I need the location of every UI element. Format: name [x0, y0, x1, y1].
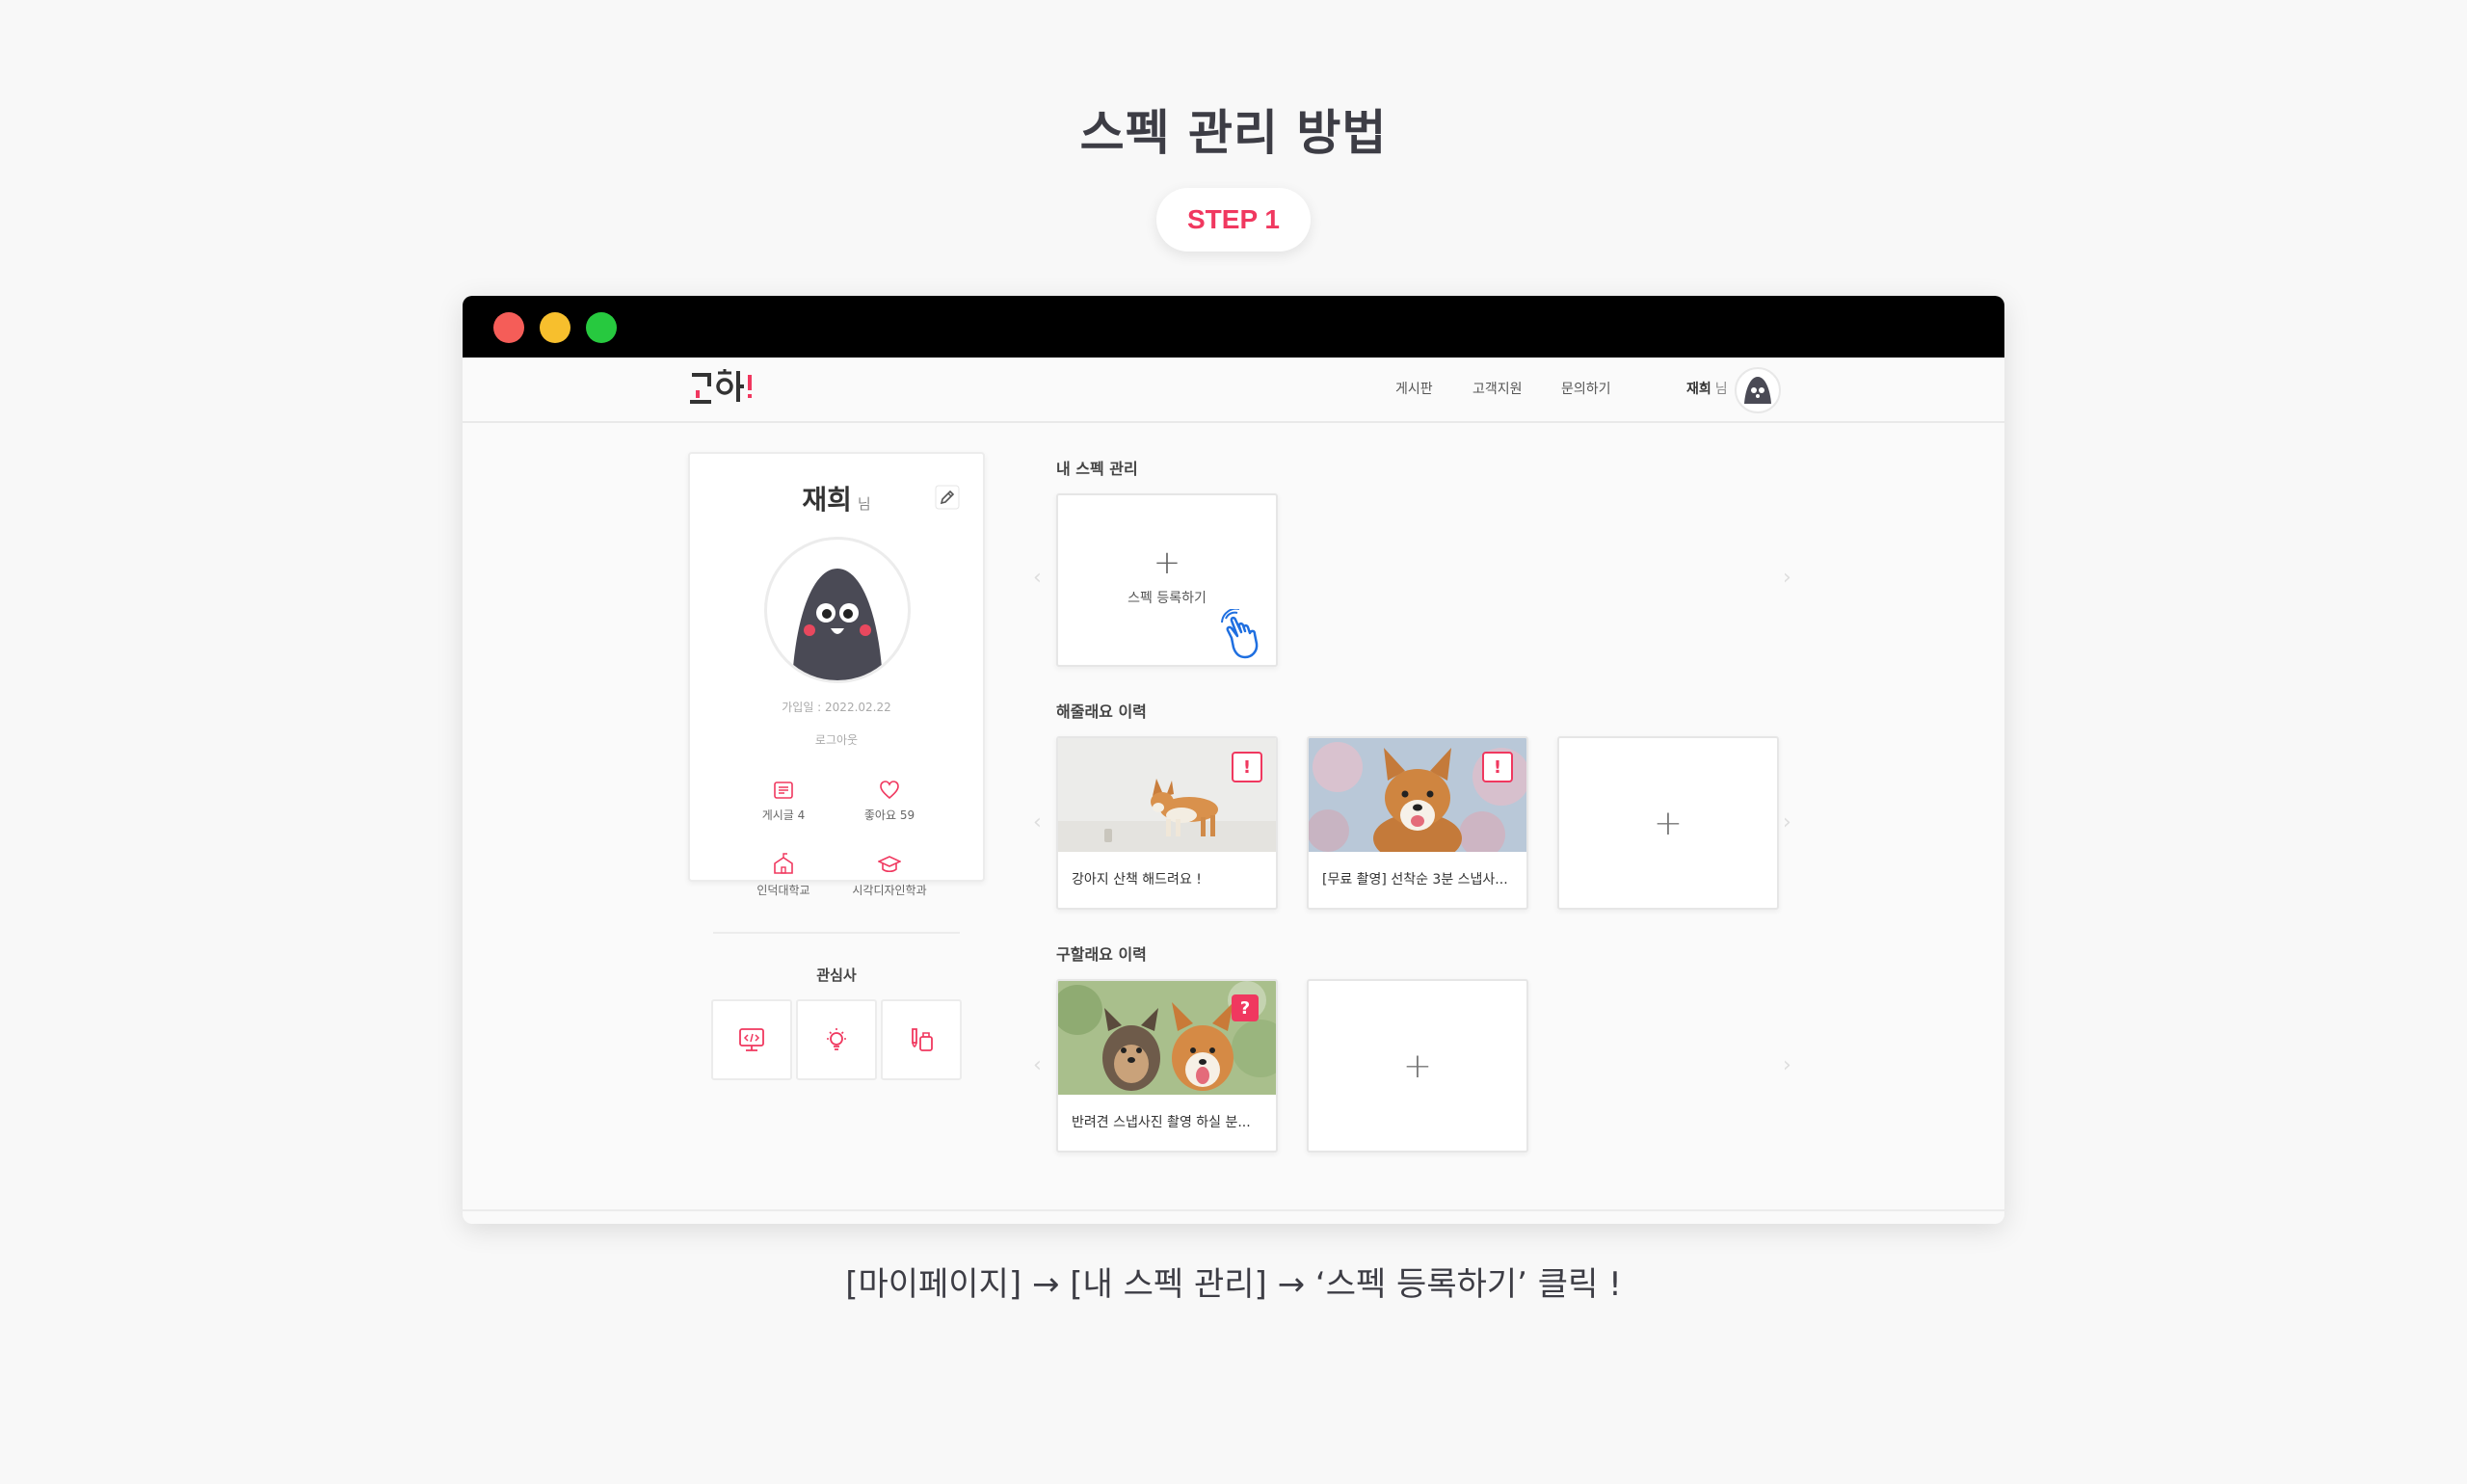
- window-titlebar: [463, 296, 2004, 358]
- plus-icon: +: [1653, 803, 1684, 843]
- maximize-window-dot[interactable]: [586, 312, 617, 343]
- nav-user-suffix: 님: [1714, 382, 1728, 397]
- brush-icon: [912, 1028, 933, 1051]
- helped-card-caption: [무료 촬영] 선착순 3분 스냅사...: [1322, 872, 1508, 888]
- interest-item-design[interactable]: [881, 999, 962, 1080]
- helped-card-caption: 강아지 산책 해드려요 !: [1072, 872, 1202, 888]
- top-navigation: 게시판 고객지원 문의하기 재희 님: [463, 358, 2004, 423]
- warning-badge: !: [1232, 752, 1262, 782]
- logo-icon[interactable]: [688, 365, 756, 411]
- monitor-code-icon: [739, 1028, 764, 1051]
- character-icon: [792, 569, 883, 680]
- page-footer-divider: [463, 1209, 2004, 1211]
- plus-icon: +: [1153, 543, 1181, 582]
- chevron-left-icon[interactable]: ‹: [1033, 566, 1042, 590]
- interest-item-dev[interactable]: [711, 999, 792, 1080]
- chevron-right-icon[interactable]: ›: [1783, 566, 1791, 590]
- chevron-right-icon[interactable]: ›: [1783, 810, 1791, 835]
- profile-avatar: [764, 537, 911, 683]
- browser-window: 게시판 고객지원 문의하기 재희 님 재희 님 가입일: 2022.02.22…: [463, 296, 2004, 1224]
- plus-icon: +: [1402, 1046, 1433, 1086]
- add-spec-label: 스펙 등록하기: [1127, 591, 1207, 606]
- chevron-right-icon[interactable]: ›: [1783, 1053, 1791, 1077]
- requested-card[interactable]: ? 반려견 스냅사진 촬영 하실 분...: [1056, 979, 1278, 1153]
- interest-title: 관심사: [816, 967, 857, 984]
- add-helped-card[interactable]: +: [1557, 736, 1779, 910]
- graduation-cap-icon: [878, 856, 901, 873]
- posts-stat-label: 게시글 4: [761, 808, 806, 822]
- add-spec-card[interactable]: + 스펙 등록하기: [1056, 493, 1278, 667]
- major-stat-label: 시각디자인학과: [852, 884, 927, 897]
- minimize-window-dot[interactable]: [540, 312, 570, 343]
- my-spec-title: 내 스펙 관리: [1056, 460, 1138, 478]
- add-requested-card[interactable]: +: [1307, 979, 1528, 1153]
- nav-user-label: 재희: [1686, 382, 1711, 397]
- nav-support[interactable]: 고객지원: [1472, 379, 1523, 398]
- helped-card[interactable]: ! [무료 촬영] 선착순 3분 스냅사...: [1307, 736, 1528, 910]
- nav-inquiry[interactable]: 문의하기: [1561, 379, 1611, 398]
- nav-avatar[interactable]: [1735, 367, 1781, 413]
- edit-icon[interactable]: [935, 485, 960, 510]
- helped-history-title: 해줄래요 이력: [1056, 702, 1147, 721]
- requested-history-title: 구할래요 이력: [1056, 945, 1147, 964]
- pointer-hand-icon: [1221, 609, 1259, 659]
- requested-card-caption: 반려견 스냅사진 촬영 하실 분...: [1072, 1115, 1251, 1130]
- chevron-left-icon[interactable]: ‹: [1033, 1053, 1042, 1077]
- profile-card: 재희 님 가입일 : 2022.02.22 로그아웃 게시글 4 좋아요 59 …: [688, 452, 985, 1080]
- join-date: 가입일 : 2022.02.22: [782, 701, 891, 714]
- close-window-dot[interactable]: [493, 312, 524, 343]
- heart-icon: [880, 781, 899, 800]
- school-stat: 인덕대학교: [730, 853, 836, 898]
- profile-divider: [713, 932, 960, 934]
- warning-badge: !: [1482, 752, 1513, 782]
- interest-item-idea[interactable]: [796, 999, 877, 1080]
- helped-card[interactable]: ! 강아지 산책 해드려요 !: [1056, 736, 1278, 910]
- likes-stat-label: 좋아요 59: [863, 808, 915, 822]
- school-stat-label: 인덕대학교: [756, 884, 810, 897]
- page-title: 스펙 관리 방법: [1079, 105, 1388, 161]
- nav-user-name[interactable]: 재희 님: [1686, 379, 1728, 398]
- question-badge: ?: [1232, 994, 1259, 1021]
- document-icon: [774, 782, 793, 799]
- lightbulb-icon: [827, 1028, 846, 1050]
- step-badge: STEP 1: [1156, 188, 1311, 252]
- posts-stat[interactable]: 게시글 4: [730, 780, 836, 823]
- nav-board[interactable]: 게시판: [1395, 379, 1433, 398]
- likes-stat[interactable]: 좋아요 59: [836, 780, 942, 823]
- profile-name-suffix: 님: [857, 495, 871, 513]
- profile-name-label: 재희: [802, 484, 852, 516]
- logout-link[interactable]: 로그아웃: [690, 731, 983, 748]
- major-stat: 시각디자인학과: [836, 853, 942, 898]
- chevron-left-icon[interactable]: ‹: [1033, 810, 1042, 835]
- character-icon: [1744, 377, 1771, 404]
- instruction-text: [마이페이지] → [내 스펙 관리] → ‘스펙 등록하기’ 클릭 !: [845, 1265, 1622, 1304]
- school-icon: [774, 853, 793, 874]
